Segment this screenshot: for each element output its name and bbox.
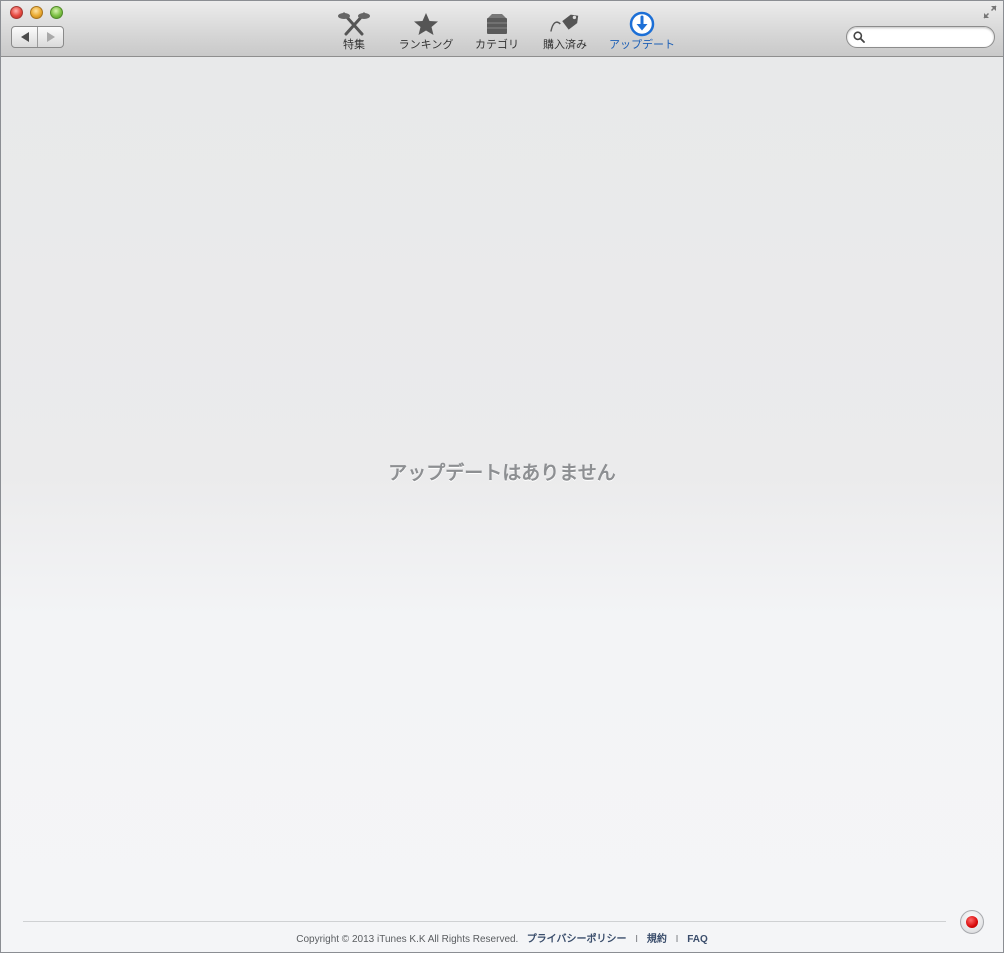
forward-button[interactable] [37,27,63,47]
search-icon [853,31,865,43]
tab-featured[interactable]: 特集 [336,11,372,53]
purchased-tag-icon [549,11,581,37]
search-input[interactable] [869,29,991,47]
star-icon [410,11,442,37]
fullscreen-icon[interactable] [983,5,997,19]
back-forward-control [11,26,64,48]
copyright-text: Copyright © 2013 iTunes K.K All Rights R… [296,934,519,945]
tab-updates[interactable]: アップデート [607,11,677,53]
back-arrow-icon [20,32,29,42]
no-updates-message: アップデートはありません [388,462,616,484]
tab-updates-label: アップデート [609,38,675,51]
close-window-button[interactable] [10,6,23,19]
tab-categories[interactable]: カテゴリ [473,11,521,53]
tab-purchased-label: 購入済み [543,38,587,51]
back-button[interactable] [12,27,37,47]
category-box-icon [481,11,513,37]
tab-featured-label: 特集 [343,38,365,51]
footer-separator: I [675,934,679,945]
toolbar: 特集 ランキング カテゴリ 購入済み アップデート [1,1,1003,57]
updates-content-area: アップデートはありません Copyright © 2013 iTunes K.K… [1,57,1003,952]
footer-separator: I [635,934,639,945]
tab-categories-label: カテゴリ [475,38,519,51]
forward-arrow-icon [46,32,55,42]
faq-link[interactable]: FAQ [687,934,708,945]
featured-icon [338,11,370,37]
tab-purchased[interactable]: 購入済み [541,11,589,53]
privacy-policy-link[interactable]: プライバシーポリシー [527,934,627,945]
zoom-window-button[interactable] [50,6,63,19]
minimize-window-button[interactable] [30,6,43,19]
tab-ranking-label: ランキング [398,38,454,51]
terms-link[interactable]: 規約 [647,934,667,945]
footer-divider [23,921,946,922]
search-field[interactable] [846,26,995,48]
record-button[interactable] [960,910,984,934]
app-store-window: 特集 ランキング カテゴリ 購入済み アップデート アップデートはありません C… [0,0,1004,953]
tab-ranking[interactable]: ランキング [396,11,456,53]
update-download-icon [626,11,658,37]
record-dot-icon [966,916,978,928]
footer: Copyright © 2013 iTunes K.K All Rights R… [1,930,1003,945]
